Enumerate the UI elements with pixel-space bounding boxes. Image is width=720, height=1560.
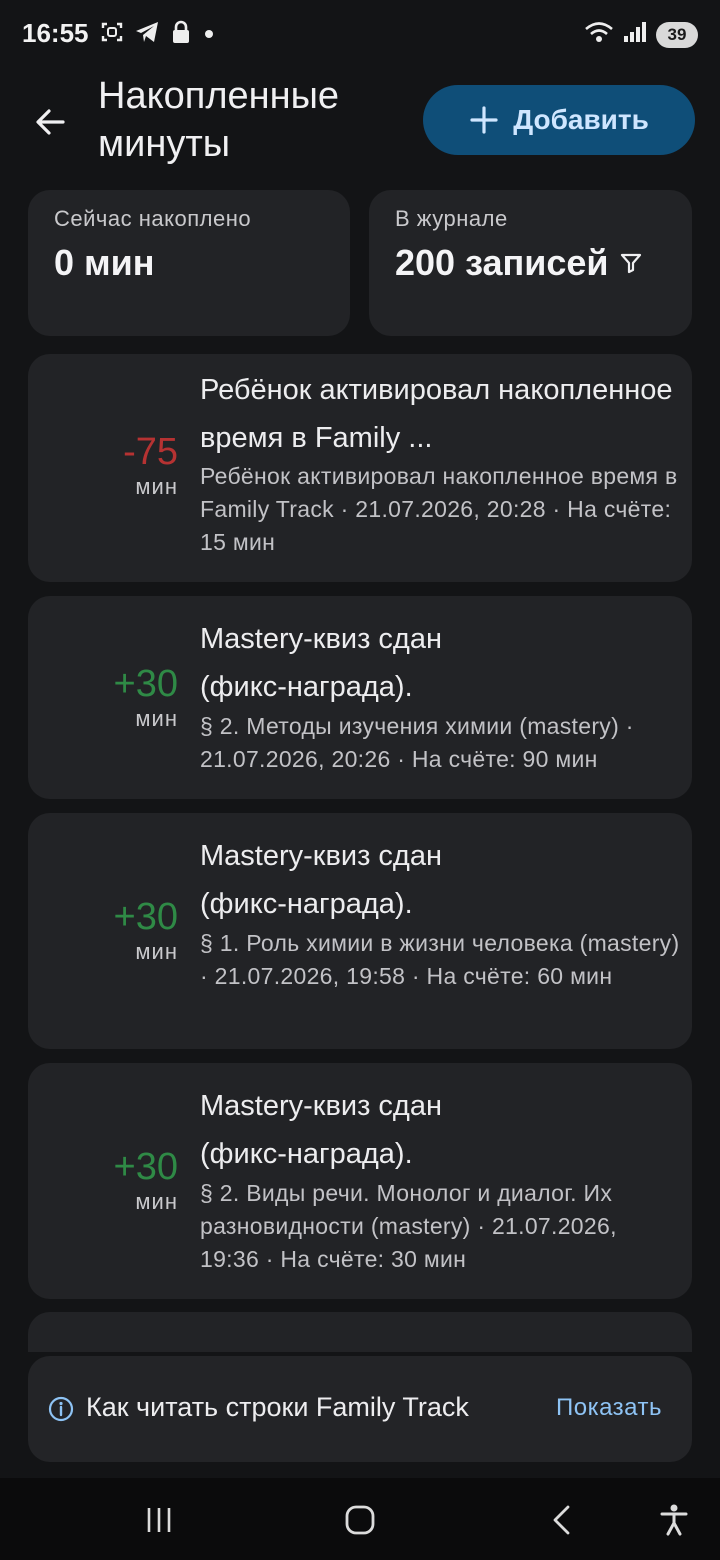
chevron-left-icon <box>553 1505 570 1535</box>
status-bar: 16:55 39 <box>0 0 720 70</box>
journal-label: В журнале <box>395 206 508 231</box>
filter-icon[interactable] <box>619 251 643 275</box>
home-icon <box>345 1505 375 1535</box>
wifi-icon <box>584 20 614 49</box>
recent-apps-button[interactable] <box>135 1498 183 1542</box>
accessibility-icon <box>660 1504 688 1536</box>
entry-description: § 2. Виды речи. Монолог и диалог. Их раз… <box>200 1180 617 1272</box>
entry-description: § 1. Роль химии в жизни человека (master… <box>200 930 680 989</box>
entry-title: Mastery-квиз сдан (фикс-награда). <box>200 623 442 703</box>
accumulated-card: Сейчас накоплено 0 мин <box>28 190 350 336</box>
info-banner: Как читать строки Family Track Показать <box>28 1356 692 1462</box>
delta-column: +30 мин <box>28 897 178 967</box>
plus-icon <box>470 106 498 134</box>
telegram-icon <box>134 20 160 49</box>
status-time: 16:55 <box>22 18 89 48</box>
delta-value: -75 <box>123 431 178 473</box>
log-entry[interactable]: +30 мин Mastery-квиз сдан (фикс-награда)… <box>28 1063 692 1299</box>
delta-unit: мин <box>135 939 178 964</box>
entry-title: Mastery-квиз сдан (фикс-награда). <box>200 840 442 920</box>
screenshot-icon <box>100 20 124 49</box>
dot-icon <box>202 20 216 49</box>
delta-column: -75 мин <box>28 432 178 502</box>
arrow-back-icon <box>36 109 65 135</box>
journal-value-row: 200 записей <box>395 242 643 284</box>
accumulated-label: Сейчас накоплено <box>54 206 252 231</box>
add-button[interactable]: Добавить <box>423 85 695 155</box>
delta-value: +30 <box>113 663 178 705</box>
signal-icon <box>622 20 648 49</box>
info-banner-text: Как читать строки Family Track <box>86 1392 469 1422</box>
log-entry[interactable]: +30 мин Mastery-квиз сдан (фикс-награда)… <box>28 596 692 799</box>
log-entry-partial[interactable] <box>28 1312 692 1352</box>
info-icon <box>48 1396 74 1422</box>
accumulated-value: 0 мин <box>54 242 155 283</box>
log-entry[interactable]: -75 мин Ребёнок активировал накопленное … <box>28 354 692 582</box>
accessibility-button[interactable] <box>650 1498 698 1542</box>
back-button[interactable] <box>26 98 74 146</box>
show-button[interactable]: Показать <box>556 1394 662 1422</box>
entry-description: § 2. Методы изучения химии (mastery) · 2… <box>200 713 634 772</box>
home-button[interactable] <box>336 1498 384 1542</box>
app-bar: Накопленные минуты Добавить <box>0 70 720 180</box>
journal-card[interactable]: В журнале 200 записей <box>369 190 692 336</box>
recent-apps-icon <box>147 1508 171 1532</box>
nav-back-button[interactable] <box>538 1498 586 1542</box>
delta-value: +30 <box>113 1146 178 1188</box>
status-icons-right: 39 <box>584 20 698 49</box>
system-nav-bar <box>0 1478 720 1560</box>
delta-column: +30 мин <box>28 664 178 734</box>
delta-column: +30 мин <box>28 1147 178 1217</box>
entry-description: Ребёнок активировал накопленное время в … <box>200 463 678 555</box>
entry-title: Mastery-квиз сдан (фикс-награда). <box>200 1090 442 1170</box>
delta-value: +30 <box>113 896 178 938</box>
page-title: Накопленные минуты <box>98 75 340 165</box>
delta-unit: мин <box>135 706 178 731</box>
lock-icon <box>170 20 192 49</box>
battery-indicator: 39 <box>656 21 698 48</box>
log-entry[interactable]: +30 мин Mastery-квиз сдан (фикс-награда)… <box>28 813 692 1049</box>
status-icons-left <box>100 20 216 49</box>
journal-value: 200 записей <box>395 242 609 283</box>
add-button-label: Добавить <box>513 104 649 135</box>
delta-unit: мин <box>135 1189 178 1214</box>
delta-unit: мин <box>135 474 178 499</box>
entry-title: Ребёнок активировал накопленное время в … <box>200 374 673 454</box>
